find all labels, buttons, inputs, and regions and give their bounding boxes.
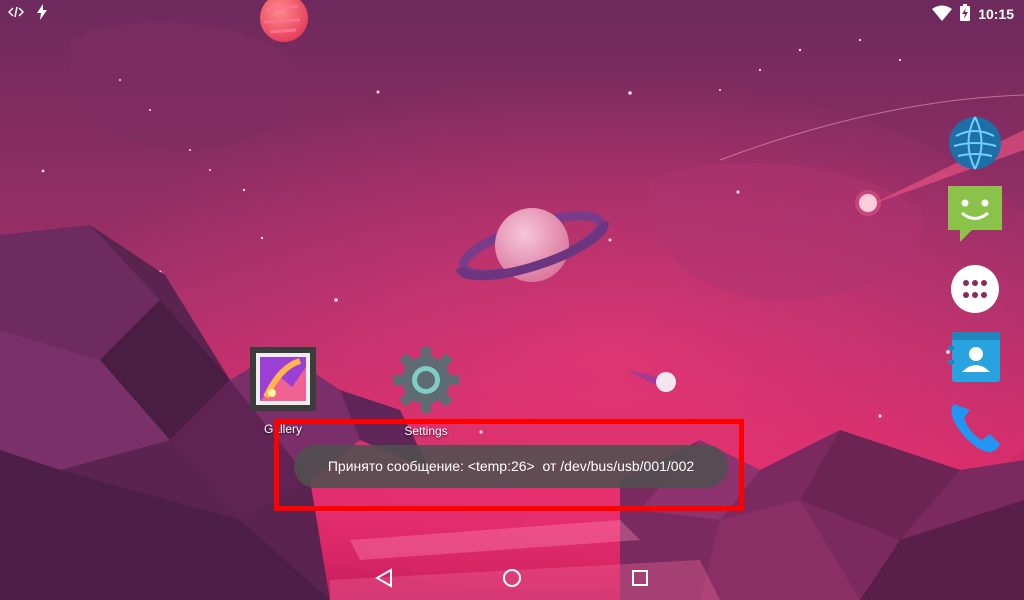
code-icon — [7, 5, 25, 22]
back-icon[interactable] — [372, 566, 396, 590]
wifi-icon — [932, 5, 953, 24]
home-icon[interactable] — [500, 566, 524, 590]
gear-icon — [393, 347, 459, 418]
recents-icon[interactable] — [628, 566, 652, 590]
browser-globe-icon[interactable] — [948, 116, 1002, 170]
highlight-box — [274, 419, 744, 511]
status-bar: 10:15 — [0, 0, 1024, 26]
all-apps-icon[interactable] — [948, 262, 1002, 316]
flash-icon — [36, 4, 48, 23]
status-bar-right: 10:15 — [932, 4, 1014, 24]
navigation-bar — [0, 552, 1024, 600]
battery-icon — [960, 4, 971, 24]
status-clock: 10:15 — [978, 6, 1014, 22]
status-bar-left — [7, 4, 48, 23]
contacts-icon[interactable] — [948, 330, 1002, 384]
phone-icon[interactable] — [948, 398, 1002, 453]
messenger-icon[interactable] — [948, 186, 1002, 242]
gallery-icon — [250, 347, 316, 416]
